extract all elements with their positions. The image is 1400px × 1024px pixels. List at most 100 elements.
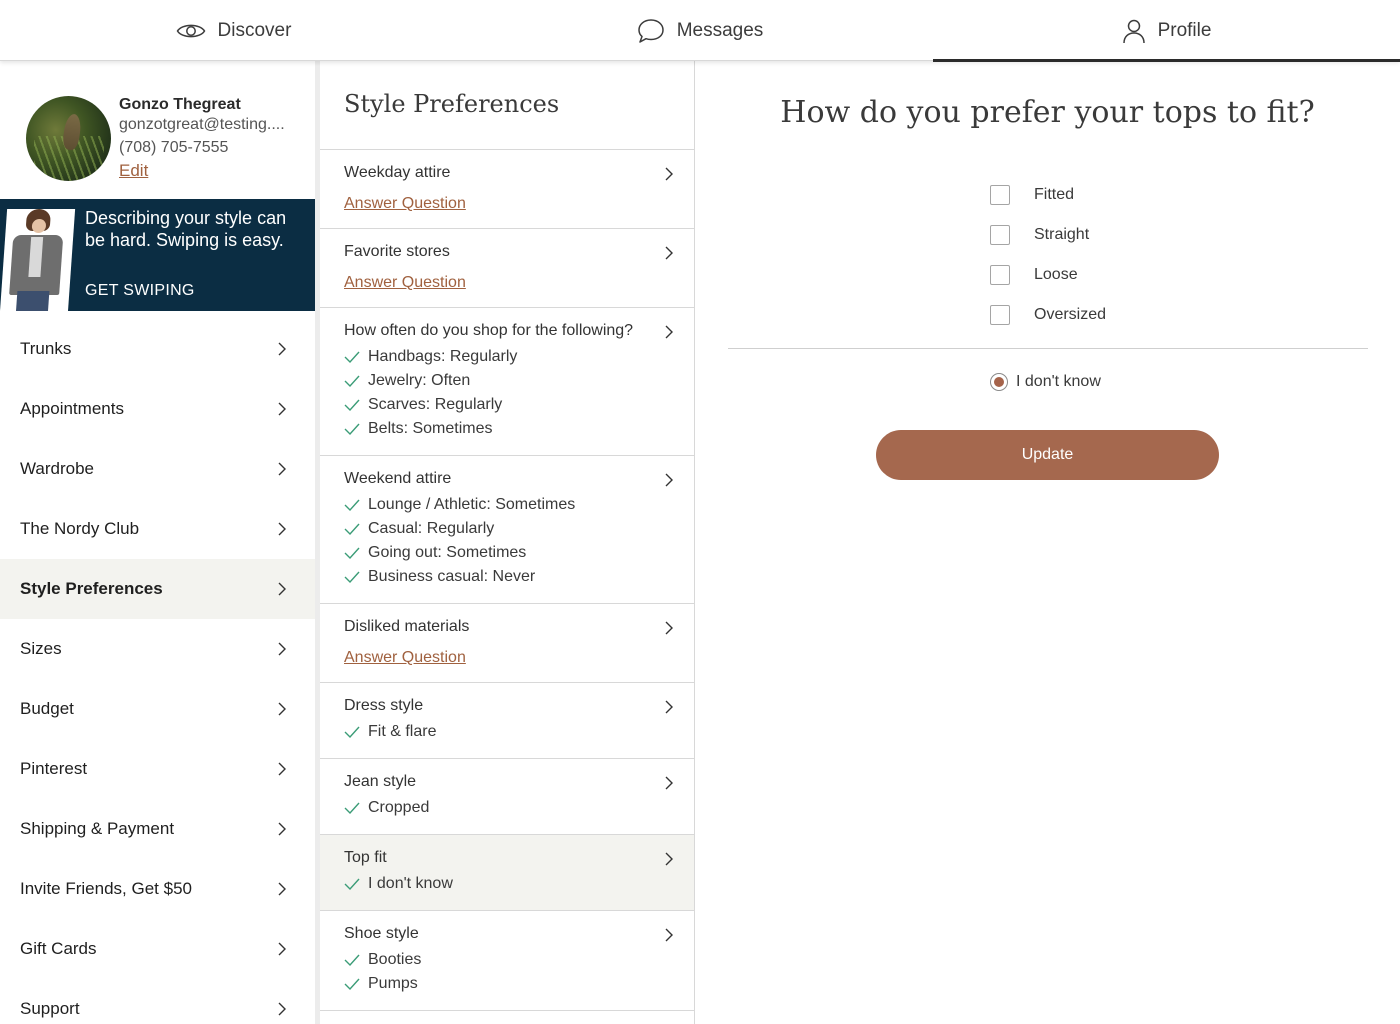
menu-item-support[interactable]: Support [0, 979, 315, 1024]
checkmark-icon [344, 571, 360, 583]
pref-item-top-fit[interactable]: Top fit I don't know [320, 835, 694, 911]
pref-answer-text: Cropped [368, 799, 430, 816]
checkmark-icon [344, 954, 360, 966]
pref-item-jean-style[interactable]: Jean style Cropped [320, 759, 694, 835]
menu-item-label: Pinterest [20, 759, 88, 778]
top-navigation: Discover Messages Profile [0, 0, 1400, 62]
checkmark-icon [344, 726, 360, 738]
fit-options: Fitted Straight Loose Oversized [990, 175, 1106, 335]
menu-item-appointments[interactable]: Appointments [0, 379, 315, 439]
checkmark-icon [344, 802, 360, 814]
option-dont-know[interactable]: I don't know [990, 373, 1101, 391]
menu-item-shipping-payment[interactable]: Shipping & Payment [0, 799, 315, 859]
pref-item-title: Top fit [344, 849, 387, 866]
tab-label: Profile [1157, 19, 1212, 41]
answer-question-link[interactable]: Answer Question [344, 194, 678, 214]
tab-messages[interactable]: Messages [467, 0, 933, 61]
pref-answers: Handbags: Regularly Jewelry: Often Scarv… [344, 345, 678, 441]
chevron-right-icon [278, 462, 286, 476]
option-label: Oversized [1034, 306, 1107, 323]
chevron-right-icon [278, 882, 286, 896]
menu-item-label: Budget [20, 699, 74, 718]
menu-item-gift-cards[interactable]: Gift Cards [0, 919, 315, 979]
pref-item-disliked-materials[interactable]: Disliked materials Answer Question [320, 604, 694, 683]
pref-answer: Lounge / Athletic: Sometimes [344, 493, 678, 517]
edit-profile-link[interactable]: Edit [119, 161, 148, 181]
chevron-right-icon [278, 942, 286, 956]
chevron-right-icon [278, 402, 286, 416]
menu-item-nordy-club[interactable]: The Nordy Club [0, 499, 315, 559]
style-preferences-list: Style Preferences Weekday attire Answer … [320, 61, 694, 1024]
menu-item-style-preferences[interactable]: Style Preferences [0, 559, 315, 619]
option-straight[interactable]: Straight [990, 215, 1106, 255]
chevron-right-icon [665, 473, 673, 487]
option-loose[interactable]: Loose [990, 255, 1106, 295]
pref-answers: Booties Pumps [344, 948, 678, 996]
question-panel: How do you prefer your tops to fit? Fitt… [695, 61, 1400, 1024]
chevron-right-icon [278, 522, 286, 536]
menu-item-trunks[interactable]: Trunks [0, 319, 315, 379]
pref-answer-text: I don't know [368, 875, 453, 892]
chevron-right-icon [665, 621, 673, 635]
answer-question-link[interactable]: Answer Question [344, 273, 678, 293]
pref-answer-text: Casual: Regularly [368, 520, 495, 537]
pref-answer: Pumps [344, 972, 678, 996]
pref-answer-text: Business casual: Never [368, 568, 536, 585]
checkmark-icon [344, 399, 360, 411]
chat-bubble-icon [637, 18, 665, 44]
get-swiping-link[interactable]: GET SWIPING [85, 282, 195, 300]
checkbox[interactable] [990, 225, 1010, 245]
answer-question-link[interactable]: Answer Question [344, 648, 678, 668]
checkbox[interactable] [990, 265, 1010, 285]
promo-text: Describing your style can be hard. Swipi… [85, 208, 287, 250]
menu-item-budget[interactable]: Budget [0, 679, 315, 739]
option-label: Straight [1034, 226, 1090, 243]
pref-answers: Lounge / Athletic: Sometimes Casual: Reg… [344, 493, 678, 589]
radio-selected[interactable] [990, 373, 1008, 391]
pref-item-dress-style[interactable]: Dress style Fit & flare [320, 683, 694, 759]
option-fitted[interactable]: Fitted [990, 175, 1106, 215]
menu-item-label: Trunks [20, 339, 72, 358]
menu-item-sizes[interactable]: Sizes [0, 619, 315, 679]
menu-item-label: The Nordy Club [20, 519, 140, 538]
pref-item-shop-frequency[interactable]: How often do you shop for the following?… [320, 308, 694, 456]
chevron-right-icon [278, 762, 286, 776]
menu-item-invite-friends[interactable]: Invite Friends, Get $50 [0, 859, 315, 919]
option-oversized[interactable]: Oversized [990, 295, 1106, 335]
checkbox[interactable] [990, 305, 1010, 325]
menu-item-label: Invite Friends, Get $50 [20, 879, 192, 898]
menu-item-label: Style Preferences [20, 579, 163, 598]
pref-answer-text: Jewelry: Often [368, 372, 471, 389]
menu-item-label: Support [20, 999, 80, 1018]
pref-answer: Cropped [344, 796, 678, 820]
tab-label: Discover [217, 19, 292, 41]
pref-answer-text: Pumps [368, 975, 418, 992]
menu-item-pinterest[interactable]: Pinterest [0, 739, 315, 799]
chevron-right-icon [665, 167, 673, 181]
pref-item-weekend-attire[interactable]: Weekend attire Lounge / Athletic: Someti… [320, 456, 694, 604]
pref-answer-text: Going out: Sometimes [368, 544, 527, 561]
swipe-promo-banner[interactable]: Describing your style can be hard. Swipi… [0, 199, 315, 311]
checkbox[interactable] [990, 185, 1010, 205]
options-divider [728, 348, 1368, 349]
pref-item-shoe-style[interactable]: Shoe style Booties Pumps [320, 911, 694, 1011]
chevron-right-icon [665, 700, 673, 714]
pref-item-title: Weekday attire [344, 164, 451, 181]
menu-item-label: Gift Cards [20, 939, 97, 958]
pref-item-title: Weekend attire [344, 470, 452, 487]
pref-answer-text: Handbags: Regularly [368, 348, 518, 365]
pref-item-favorite-stores[interactable]: Favorite stores Answer Question [320, 229, 694, 308]
pref-answer: Fit & flare [344, 720, 678, 744]
update-button[interactable]: Update [876, 430, 1219, 480]
menu-item-label: Appointments [20, 399, 124, 418]
menu-item-wardrobe[interactable]: Wardrobe [0, 439, 315, 499]
pref-answer-text: Booties [368, 951, 422, 968]
checkmark-icon [344, 978, 360, 990]
tab-discover[interactable]: Discover [0, 0, 467, 61]
pref-item-weekday-attire[interactable]: Weekday attire Answer Question [320, 150, 694, 229]
tab-profile[interactable]: Profile [933, 0, 1400, 62]
checkmark-icon [344, 351, 360, 363]
chevron-right-icon [278, 1002, 286, 1016]
style-preferences-title: Style Preferences [320, 61, 694, 150]
pref-answer: Belts: Sometimes [344, 417, 678, 441]
